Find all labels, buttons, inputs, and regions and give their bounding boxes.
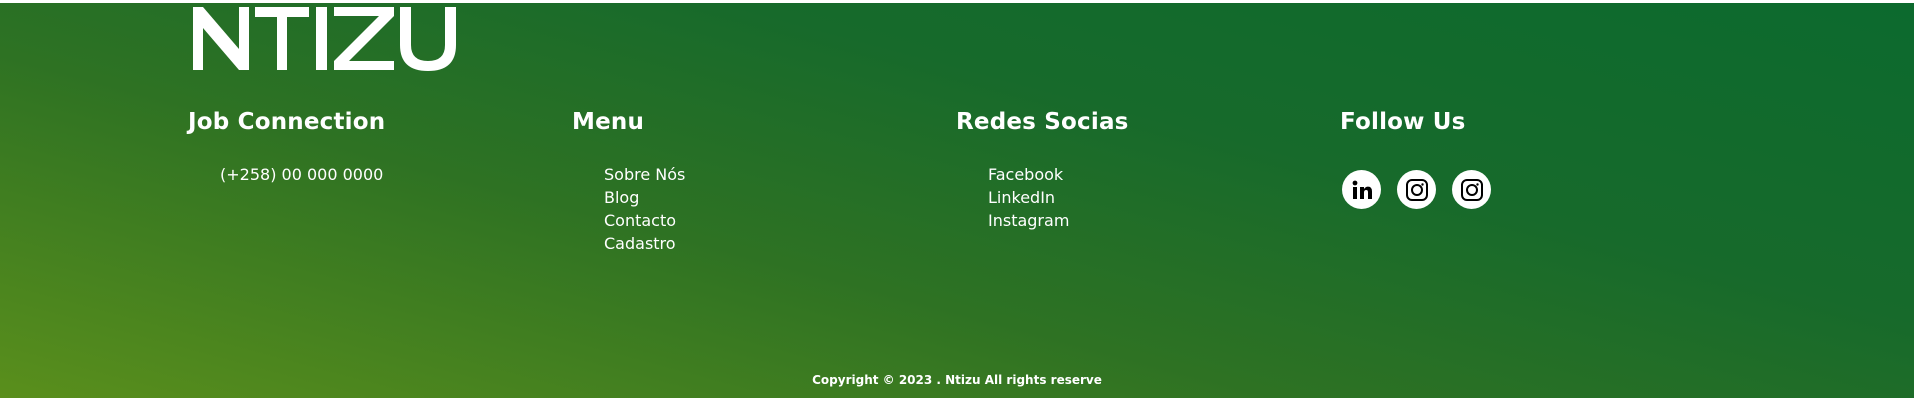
menu-column: Menu Sobre Nós Blog Contacto Cadastro bbox=[572, 107, 685, 253]
menu-link-contacto[interactable]: Contacto bbox=[604, 211, 676, 230]
instagram-button[interactable] bbox=[1397, 170, 1436, 209]
job-connection-column: Job Connection (+258) 00 000 0000 bbox=[188, 107, 386, 184]
linkedin-link[interactable]: LinkedIn bbox=[988, 188, 1055, 207]
social-icons bbox=[1342, 170, 1491, 209]
follow-us-heading: Follow Us bbox=[1340, 109, 1466, 135]
linkedin-icon bbox=[1352, 180, 1372, 199]
instagram-link[interactable]: Instagram bbox=[988, 211, 1069, 230]
instagram-button-2[interactable] bbox=[1452, 170, 1491, 209]
phone-number: (+258) 00 000 0000 bbox=[220, 165, 384, 184]
ntizu-logo[interactable] bbox=[188, 3, 488, 75]
follow-us-column: Follow Us bbox=[1340, 107, 1491, 209]
job-connection-list: (+258) 00 000 0000 bbox=[220, 163, 383, 186]
facebook-link[interactable]: Facebook bbox=[988, 165, 1063, 184]
menu-link-blog[interactable]: Blog bbox=[604, 188, 639, 207]
ntizu-logo-graphic bbox=[193, 7, 456, 71]
menu-list: Sobre Nós Blog Contacto Cadastro bbox=[604, 163, 685, 255]
redes-sociais-heading: Redes Socias bbox=[956, 109, 1129, 135]
menu-link-cadastro[interactable]: Cadastro bbox=[604, 234, 676, 253]
instagram-icon bbox=[1405, 178, 1428, 201]
menu-link-sobre-nos[interactable]: Sobre Nós bbox=[604, 165, 685, 184]
redes-sociais-column: Redes Socias Facebook LinkedIn Instagram bbox=[956, 107, 1129, 230]
linkedin-button[interactable] bbox=[1342, 170, 1381, 209]
redes-sociais-list: Facebook LinkedIn Instagram bbox=[988, 163, 1069, 232]
job-connection-heading: Job Connection bbox=[188, 109, 386, 135]
menu-heading: Menu bbox=[572, 109, 645, 135]
copyright-text: Copyright © 2023 . Ntizu All rights rese… bbox=[812, 373, 1102, 387]
instagram-icon bbox=[1460, 178, 1483, 201]
site-footer: Job Connection (+258) 00 000 0000 Menu S… bbox=[0, 3, 1914, 398]
